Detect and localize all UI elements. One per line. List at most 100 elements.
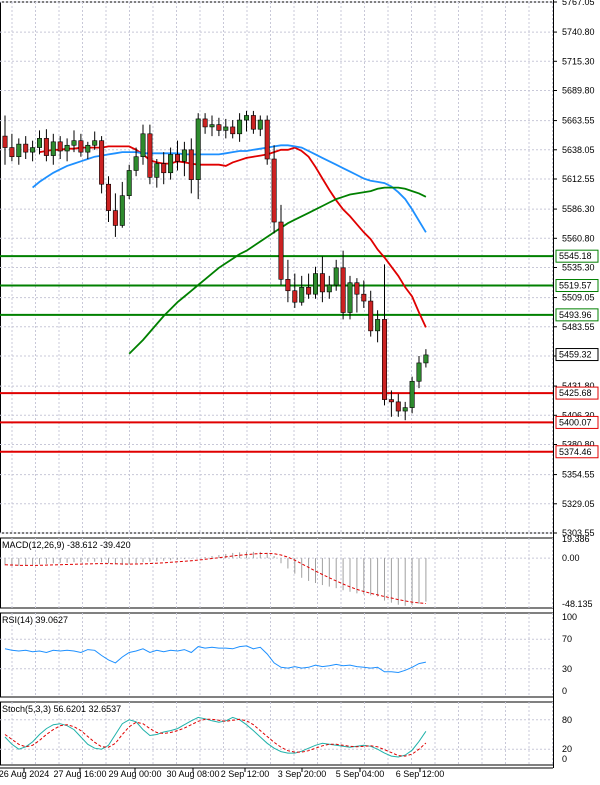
candle-body	[209, 124, 215, 128]
rsi-label: RSI(14) 39.0627	[2, 615, 68, 625]
candle-body	[299, 287, 305, 303]
candle-body	[388, 399, 394, 403]
macd-tick-label: 0.00	[562, 553, 580, 563]
candle-body	[361, 293, 367, 302]
trading-chart: 5767.05 5740.80 5715.30 5689.80 5663.55 5638.…	[0, 0, 600, 785]
price-tick-label: 5560.80	[562, 233, 595, 243]
candle-body	[285, 278, 291, 292]
time-tick-label: 29 Aug 00:00	[108, 769, 161, 779]
price-tick-label: 5329.05	[562, 499, 595, 509]
price-tick-label: 5535.30	[562, 263, 595, 273]
price-tick-label: 5509.05	[562, 293, 595, 303]
level-price-label: 5425.68	[559, 388, 592, 398]
candle-body	[195, 118, 201, 180]
candle-body	[181, 149, 187, 162]
rsi-panel	[0, 612, 554, 698]
candle-body	[292, 290, 298, 303]
candle-body	[99, 140, 105, 185]
price-tick-label: 5740.80	[562, 27, 595, 37]
candle-body	[154, 163, 160, 178]
rsi-tick-label: 30	[562, 664, 572, 674]
candle-body	[402, 407, 408, 412]
time-tick-label: 5 Sep 04:00	[336, 769, 385, 779]
rsi-tick-label: 100	[562, 612, 577, 622]
candle-body	[16, 143, 22, 158]
candle-body	[395, 401, 401, 412]
candle-body	[106, 183, 112, 211]
macd-tick-label: -48.135	[562, 599, 593, 609]
candle-body	[92, 140, 98, 146]
macd-label: MACD(12,26,9) -38.612 -39.420	[2, 540, 131, 550]
stoch-label: Stoch(5,3,3) 56.6201 32.6537	[2, 704, 121, 714]
candle-body	[57, 141, 63, 152]
candle-body	[23, 143, 29, 153]
candle-body	[112, 210, 118, 226]
level-price-label: 5545.18	[559, 251, 592, 261]
candle-body	[230, 126, 236, 135]
candle-body	[381, 319, 387, 400]
level-price-label: 5400.07	[559, 417, 592, 427]
price-tick-label: 5354.55	[562, 470, 595, 480]
candle-body	[319, 273, 325, 293]
rsi-tick-label: 70	[562, 634, 572, 644]
candle-body	[340, 267, 346, 313]
candle-body	[161, 163, 167, 174]
candle-body	[244, 115, 250, 121]
candle-body	[43, 138, 49, 156]
candle-body	[78, 140, 84, 153]
candle-body	[409, 380, 415, 408]
candle-body	[312, 273, 318, 295]
candle-body	[333, 267, 339, 286]
price-tick-label: 5586.30	[562, 204, 595, 214]
candle-body	[140, 133, 146, 158]
candle-body	[257, 119, 263, 130]
candle-body	[278, 221, 284, 280]
level-price-label: 5519.57	[559, 281, 592, 291]
candle-body	[216, 124, 222, 131]
rsi-tick-label: 0	[562, 686, 567, 696]
price-tick-label: 5715.30	[562, 56, 595, 66]
stoch-tick-label: 0	[562, 754, 567, 764]
level-price-label: 5493.96	[559, 310, 592, 320]
candle-body	[30, 147, 36, 153]
price-tick-label: 5689.80	[562, 86, 595, 96]
candle-body	[175, 154, 181, 162]
candle-body	[85, 144, 91, 153]
candle-body	[306, 287, 312, 295]
time-tick-label: 3 Sep 20:00	[278, 769, 327, 779]
candle-body	[168, 154, 174, 174]
candle-body	[147, 133, 153, 178]
candle-body	[202, 118, 208, 128]
candle-body	[354, 282, 360, 295]
level-price-label: 5374.46	[559, 447, 592, 457]
price-tick-label: 5483.55	[562, 322, 595, 332]
time-tick-label: 30 Aug 08:00	[166, 769, 219, 779]
price-tick-label: 5612.55	[562, 174, 595, 184]
candle-body	[50, 141, 56, 156]
price-tick-label: 5638.05	[562, 145, 595, 155]
candle-body	[416, 362, 422, 382]
candle-body	[271, 158, 277, 223]
candle-body	[223, 126, 229, 131]
candle-body	[326, 284, 332, 293]
candle-body	[250, 115, 256, 130]
price-tick-label: 5663.55	[562, 116, 595, 126]
candle-body	[264, 119, 270, 160]
candle-body	[375, 319, 381, 332]
candle-body	[126, 170, 132, 196]
time-tick-label: 6 Sep 12:00	[396, 769, 445, 779]
chart-canvas: 5767.05 5740.80 5715.30 5689.80 5663.55 5638.…	[0, 0, 599, 779]
candle-body	[368, 300, 374, 332]
stoch-tick-label: 20	[562, 744, 572, 754]
price-tick-label: 5767.05	[562, 0, 595, 7]
stoch-tick-label: 80	[562, 715, 572, 725]
last-price-label: 5459.32	[559, 350, 592, 360]
candle-body	[347, 282, 353, 313]
candle-body	[36, 138, 42, 148]
candle-body	[64, 144, 70, 152]
time-tick-label: 2 Sep 12:00	[221, 769, 270, 779]
time-tick-label: 26 Aug 2024	[0, 769, 49, 779]
candle-body	[237, 119, 243, 135]
candle-body	[2, 135, 8, 148]
candle-body	[133, 156, 139, 171]
